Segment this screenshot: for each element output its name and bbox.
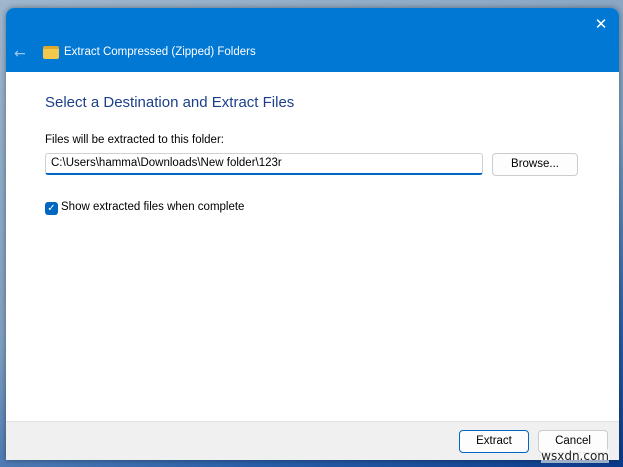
zip-folder-icon [43,46,59,59]
extract-button[interactable]: Extract [459,430,529,453]
dialog-footer: Extract Cancel [6,421,619,460]
show-files-label[interactable]: Show extracted files when complete [61,201,244,213]
browse-button[interactable]: Browse... [492,153,578,176]
back-button[interactable]: ← [14,46,26,62]
watermark: wsxdn.com [541,449,609,463]
show-files-checkbox[interactable]: ✓ [45,202,58,215]
path-label: Files will be extracted to this folder: [45,134,224,146]
window-title: Extract Compressed (Zipped) Folders [64,46,256,58]
extract-dialog: ✕ ← Extract Compressed (Zipped) Folders … [6,8,619,460]
close-button[interactable]: ✕ [591,14,611,34]
destination-path-input[interactable]: C:\Users\hamma\Downloads\New folder\123r [45,153,483,175]
title-bar: ✕ ← Extract Compressed (Zipped) Folders [6,8,619,72]
page-heading: Select a Destination and Extract Files [45,94,295,111]
